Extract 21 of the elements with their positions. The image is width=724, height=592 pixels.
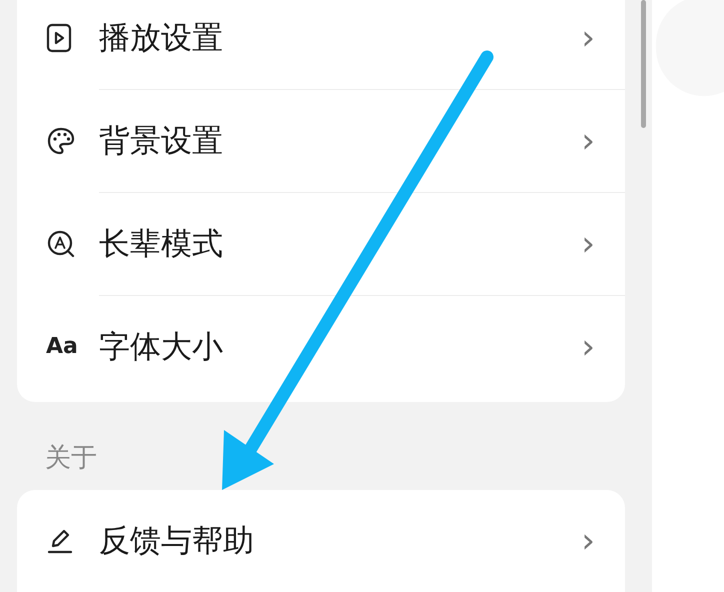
chevron-icon: › [581, 21, 595, 55]
font-size-icon: Aa [46, 336, 78, 358]
settings-row[interactable]: 反馈与帮助 › [17, 490, 625, 592]
pencil-icon [46, 527, 74, 555]
magnifier-letter-icon [46, 229, 76, 259]
row-label: 反馈与帮助 [99, 526, 254, 556]
section-heading: 关于 [45, 445, 97, 471]
play-icon [46, 23, 72, 53]
row-label: 背景设置 [99, 126, 223, 156]
settings-row[interactable]: Aa 字体大小 › [17, 296, 625, 398]
row-label: 字体大小 [99, 332, 223, 362]
row-label: 播放设置 [99, 22, 223, 54]
settings-row[interactable]: 播放设置 › [17, 0, 625, 89]
settings-row[interactable]: 背景设置 › [17, 90, 625, 192]
palette-icon [46, 126, 76, 156]
chevron-icon: › [581, 524, 595, 558]
chevron-icon: › [581, 330, 595, 364]
chevron-icon: › [581, 124, 595, 158]
chevron-icon: › [581, 227, 595, 261]
settings-row[interactable]: 长辈模式 › [17, 193, 625, 295]
row-label: 长辈模式 [99, 228, 223, 260]
